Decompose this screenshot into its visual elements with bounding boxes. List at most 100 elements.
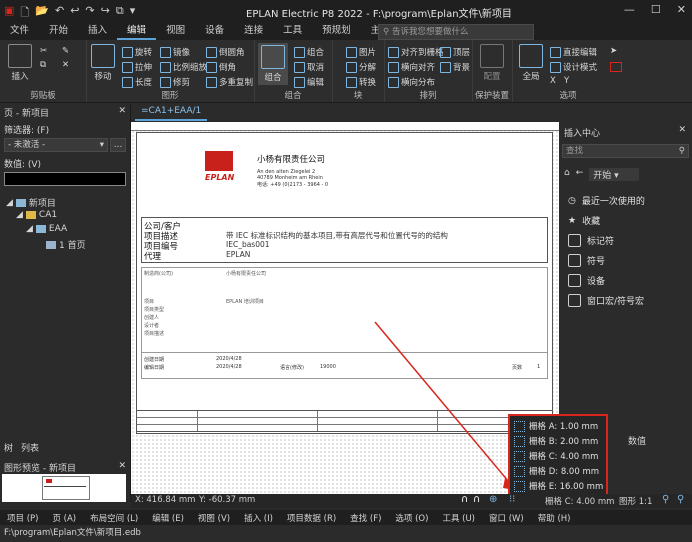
undo-arrow-icon[interactable]: ↩ xyxy=(70,4,79,23)
tab-tools[interactable]: 工具 xyxy=(273,22,312,40)
close-icon[interactable]: ✕ xyxy=(678,125,686,135)
bring-to-top-button[interactable]: 顶层 xyxy=(440,46,470,58)
ortho-icon[interactable]: ∩ xyxy=(473,494,480,505)
tab-view[interactable]: 视图 xyxy=(156,22,195,40)
menu-window[interactable]: 窗口 (W) xyxy=(482,512,531,524)
move-button[interactable]: 移动 xyxy=(90,44,116,82)
menu-find[interactable]: 查找 (F) xyxy=(343,512,388,524)
decompose-button[interactable]: 分解 xyxy=(346,61,376,73)
menu-insert[interactable]: 插入 (I) xyxy=(237,512,280,524)
ungroup-button[interactable]: 取消 xyxy=(294,61,324,73)
stretch-button[interactable]: 拉伸 xyxy=(122,61,152,73)
direct-edit-toggle[interactable]: 直接编辑 xyxy=(550,46,597,58)
close-icon[interactable]: ✕ xyxy=(118,106,126,116)
close-icon[interactable]: ✕ xyxy=(118,461,126,471)
y-coordinate-toggle[interactable]: Y xyxy=(564,76,569,86)
tab-start[interactable]: 开始 xyxy=(39,22,78,40)
new-file-icon[interactable]: 🗋 xyxy=(20,4,29,23)
grid-status[interactable]: 栅格 C: 4.00 mm xyxy=(545,495,614,507)
insert-item-devices[interactable]: 设备 xyxy=(568,274,605,287)
picture-button[interactable]: 图片 xyxy=(346,46,376,58)
delete-button[interactable]: ✕ xyxy=(62,60,69,70)
home-icon[interactable]: ⌂ xyxy=(564,168,570,181)
close-button[interactable]: ✕ xyxy=(677,3,686,16)
horizontal-align-button[interactable]: 横向对齐 xyxy=(388,61,435,73)
crosshair-icon[interactable]: ⊕ xyxy=(489,494,497,505)
redo-arrow-icon[interactable]: ↪ xyxy=(101,4,110,23)
horizontal-distribute-button[interactable]: 横向分布 xyxy=(388,76,435,88)
menu-page[interactable]: 页 (A) xyxy=(45,512,83,524)
menu-project-data[interactable]: 项目数据 (R) xyxy=(280,512,343,524)
multi-copy-button[interactable]: 多重复制 xyxy=(206,76,253,88)
menu-help[interactable]: 帮助 (H) xyxy=(531,512,578,524)
tell-me-search-input[interactable]: ⚲ 告诉我您想要做什么 xyxy=(378,24,534,40)
snap-magnet-icon[interactable]: ∩ xyxy=(461,494,468,505)
filter-select[interactable]: - 未激活 - ▾ xyxy=(4,138,108,152)
grid-option-e[interactable]: 栅格 E: 16.00 mm xyxy=(514,480,603,492)
grid-option-c[interactable]: 栅格 C: 4.00 mm xyxy=(514,450,598,462)
rotate-button[interactable]: 旋转 xyxy=(122,46,152,58)
document-tab-active[interactable]: =CA1+EAA/1 xyxy=(135,104,208,121)
filter-more-button[interactable]: … xyxy=(110,138,126,152)
copy-button[interactable]: ⧉ xyxy=(40,60,46,70)
tab-tree[interactable]: 树 xyxy=(4,441,13,455)
tab-edit[interactable]: 编辑 xyxy=(117,22,157,40)
tab-connect[interactable]: 连接 xyxy=(234,22,273,40)
length-button[interactable]: 长度 xyxy=(122,76,152,88)
format-painter-button[interactable]: ✎ xyxy=(62,46,69,56)
maximize-button[interactable]: ☐ xyxy=(651,3,661,16)
insert-item-macros[interactable]: 窗口宏/符号宏 xyxy=(568,294,644,307)
combine-button[interactable]: 组合 xyxy=(294,46,324,58)
tree-node-eaa[interactable]: ◢ EAA xyxy=(26,224,67,234)
tab-device[interactable]: 设备 xyxy=(195,22,234,40)
tree-node-project[interactable]: ◢ 新项目 xyxy=(6,196,56,210)
mirror-button[interactable]: 镜像 xyxy=(160,46,190,58)
insert-button[interactable]: 插入 xyxy=(6,44,34,82)
zoom-out-icon[interactable]: ⚲ xyxy=(677,494,684,505)
grid-option-a[interactable]: 栅格 A: 1.00 mm xyxy=(514,420,598,432)
trim-button[interactable]: 修剪 xyxy=(160,76,190,88)
scale-button[interactable]: 比例缩放 xyxy=(160,61,207,73)
group-big-button[interactable]: 组合 xyxy=(258,43,288,85)
drawing-canvas[interactable]: EPLAN 小杨有限责任公司 An den alten Ziegelei 2 4… xyxy=(131,122,559,494)
tab-file[interactable]: 文件 xyxy=(0,22,39,40)
tree-node-ca1[interactable]: ◢ CA1 xyxy=(16,210,57,220)
send-to-background-button[interactable]: 背景 xyxy=(440,61,470,73)
convert-button[interactable]: 转换 xyxy=(346,76,376,88)
minimize-button[interactable]: — xyxy=(624,3,635,16)
cut-button[interactable]: ✂ xyxy=(40,46,47,56)
tab-insert[interactable]: 插入 xyxy=(78,22,117,40)
menu-tools[interactable]: 工具 (U) xyxy=(435,512,482,524)
nav-start-button[interactable]: 开始 ▾ xyxy=(589,168,639,181)
chamfer-button[interactable]: 倒角 xyxy=(206,61,236,73)
align-to-grid-button[interactable]: 对齐到栅格 xyxy=(388,46,444,58)
insert-item-identifiers[interactable]: 标记符 xyxy=(568,234,614,247)
tab-list[interactable]: 列表 xyxy=(21,441,39,455)
menu-options[interactable]: 选项 (O) xyxy=(388,512,435,524)
design-mode-toggle[interactable]: 设计模式 xyxy=(550,61,597,73)
round-corner-button[interactable]: 倒圆角 xyxy=(206,46,245,58)
menu-project[interactable]: 项目 (P) xyxy=(0,512,45,524)
insert-item-symbols[interactable]: 符号 xyxy=(568,254,605,267)
undo-icon[interactable]: ↶ xyxy=(55,4,64,23)
menu-edit[interactable]: 编辑 (E) xyxy=(145,512,191,524)
tree-node-page-1[interactable]: 1 首页 xyxy=(46,238,86,251)
insert-item-favorites[interactable]: ★ 收藏 xyxy=(568,214,600,228)
menu-layout-space[interactable]: 布局空间 (L) xyxy=(83,512,145,524)
grid-toggle-icon[interactable] xyxy=(610,62,622,72)
grid-option-b[interactable]: 栅格 B: 2.00 mm xyxy=(514,435,598,447)
edit-group-button[interactable]: 编辑 xyxy=(294,76,324,88)
menu-view[interactable]: 视图 (V) xyxy=(191,512,237,524)
insert-center-search[interactable]: 查找 ⚲ xyxy=(562,144,689,158)
quick-access-dropdown-icon[interactable]: ▾ xyxy=(130,4,136,23)
back-icon[interactable]: ← xyxy=(576,168,584,181)
grid-option-d[interactable]: 栅格 D: 8.00 mm xyxy=(514,465,599,477)
zoom-in-icon[interactable]: ⚲ xyxy=(662,494,669,505)
tab-preplanning[interactable]: 预规划 xyxy=(312,22,361,40)
grid-icon[interactable]: ⁝⁝ xyxy=(509,494,515,505)
x-coordinate-toggle[interactable]: X xyxy=(550,76,556,86)
value-input[interactable] xyxy=(4,172,126,186)
open-folder-icon[interactable]: 📂 xyxy=(35,4,49,23)
config-button[interactable]: 配置 xyxy=(477,44,507,82)
copy-icon[interactable]: ⧉ xyxy=(116,4,124,23)
